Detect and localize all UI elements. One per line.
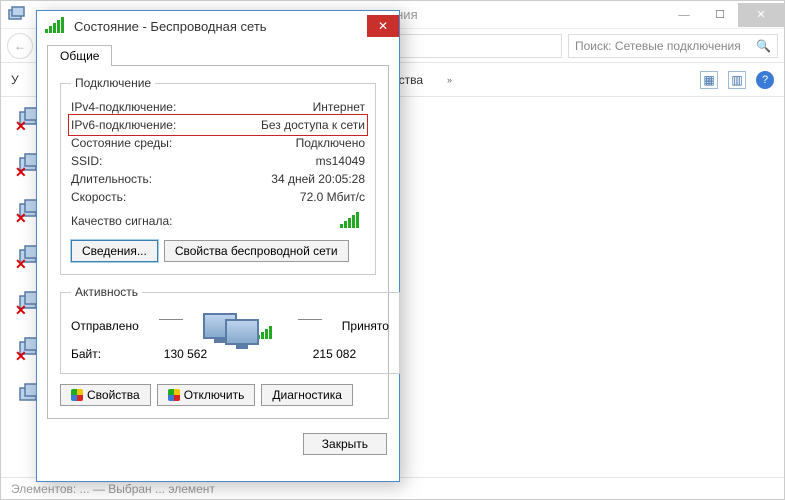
signal-icon (45, 19, 64, 33)
tab-general[interactable]: Общие (47, 45, 112, 66)
disable-button-label: Отключить (184, 388, 245, 402)
dialog-titlebar: Состояние - Беспроводная сеть ✕ (37, 11, 399, 41)
speed-label: Скорость: (71, 190, 126, 204)
disable-button[interactable]: Отключить (157, 384, 256, 406)
dialog-footer: Закрыть (37, 427, 399, 465)
details-button[interactable]: Сведения... (71, 240, 158, 262)
sent-label: Отправлено (71, 319, 139, 333)
media-value: Подключено (296, 136, 365, 150)
search-icon: 🔍 (756, 39, 771, 53)
received-label: Принято (342, 319, 389, 333)
statusbar-text: Элементов: ... — Выбран ... элемент (11, 482, 215, 496)
ipv4-value: Интернет (313, 100, 365, 114)
status-dialog: Состояние - Беспроводная сеть ✕ Общие По… (36, 10, 400, 482)
window-icon (7, 5, 27, 25)
duration-row: Длительность: 34 дней 20:05:28 (71, 170, 365, 188)
disconnected-icon: ✕ (15, 164, 27, 181)
search-placeholder: Поиск: Сетевые подключения (575, 39, 741, 53)
duration-label: Длительность: (71, 172, 152, 186)
duration-value: 34 дней 20:05:28 (271, 172, 365, 186)
quality-label: Качество сигнала: (71, 214, 172, 228)
chevron-right-icon[interactable]: » (447, 75, 452, 85)
ssid-row: SSID: ms14049 (71, 152, 365, 170)
activity-dash-right (298, 319, 322, 320)
disconnected-icon: ✕ (15, 210, 27, 227)
help-icon[interactable]: ? (756, 71, 774, 89)
shield-icon (71, 389, 83, 401)
activity-group: Активность Отправлено Принято Байт: 130 … (60, 285, 400, 374)
ssid-value: ms14049 (316, 154, 365, 168)
bytes-row: Байт: 130 562 215 082 (71, 347, 389, 361)
ipv6-value: Без доступа к сети (261, 118, 365, 132)
shield-icon (168, 389, 180, 401)
bytes-label: Байт: (71, 347, 131, 361)
connection-group-label: Подключение (71, 76, 155, 90)
ipv4-label: IPv4-подключение: (71, 100, 176, 114)
wireless-properties-button[interactable]: Свойства беспроводной сети (164, 240, 349, 262)
dialog-title: Состояние - Беспроводная сеть (74, 19, 267, 34)
properties-button[interactable]: Свойства (60, 384, 151, 406)
activity-dash-left (159, 319, 183, 320)
quality-signal-icon (340, 214, 359, 228)
tab-panel: Подключение IPv4-подключение: Интернет I… (47, 65, 389, 419)
minimize-button[interactable]: — (666, 3, 702, 27)
close-dialog-button[interactable]: Закрыть (303, 433, 387, 455)
media-row: Состояние среды: Подключено (71, 134, 365, 152)
layout-icon[interactable]: ▥ (728, 71, 746, 89)
search-input[interactable]: Поиск: Сетевые подключения 🔍 (568, 34, 778, 58)
diagnose-button[interactable]: Диагностика (261, 384, 353, 406)
quality-row: Качество сигнала: (71, 212, 365, 230)
disconnected-icon: ✕ (15, 348, 27, 365)
dialog-close-button[interactable]: ✕ (367, 15, 399, 37)
activity-monitor-icon (203, 313, 278, 339)
maximize-button[interactable]: ☐ (702, 3, 738, 27)
ssid-label: SSID: (71, 154, 102, 168)
ipv6-highlight: IPv6-подключение: Без доступа к сети (68, 114, 368, 136)
speed-value: 72.0 Мбит/с (300, 190, 365, 204)
activity-group-label: Активность (71, 285, 142, 299)
view-icon[interactable]: ▦ (700, 71, 718, 89)
nav-back-button[interactable]: ← (7, 33, 33, 59)
toolbar-organize-label: У (11, 73, 19, 87)
close-button[interactable]: ✕ (738, 3, 784, 27)
ipv6-row: IPv6-подключение: Без доступа к сети (71, 116, 365, 134)
toolbar-item[interactable]: ства (399, 73, 423, 87)
toolbar-organize[interactable]: У (11, 73, 19, 87)
toolbar-item-label: ства (399, 73, 423, 87)
speed-row: Скорость: 72.0 Мбит/с (71, 188, 365, 206)
disconnected-icon: ✕ (15, 118, 27, 135)
tabstrip: Общие (37, 41, 399, 65)
bytes-sent-value: 130 562 (131, 347, 240, 361)
properties-button-label: Свойства (87, 388, 140, 402)
ipv6-label: IPv6-подключение: (71, 118, 176, 132)
connection-group: Подключение IPv4-подключение: Интернет I… (60, 76, 376, 275)
media-label: Состояние среды: (71, 136, 172, 150)
disconnected-icon: ✕ (15, 256, 27, 273)
activity-graphic: Отправлено Принято (71, 313, 389, 339)
disconnected-icon: ✕ (15, 302, 27, 319)
bytes-recv-value: 215 082 (280, 347, 389, 361)
